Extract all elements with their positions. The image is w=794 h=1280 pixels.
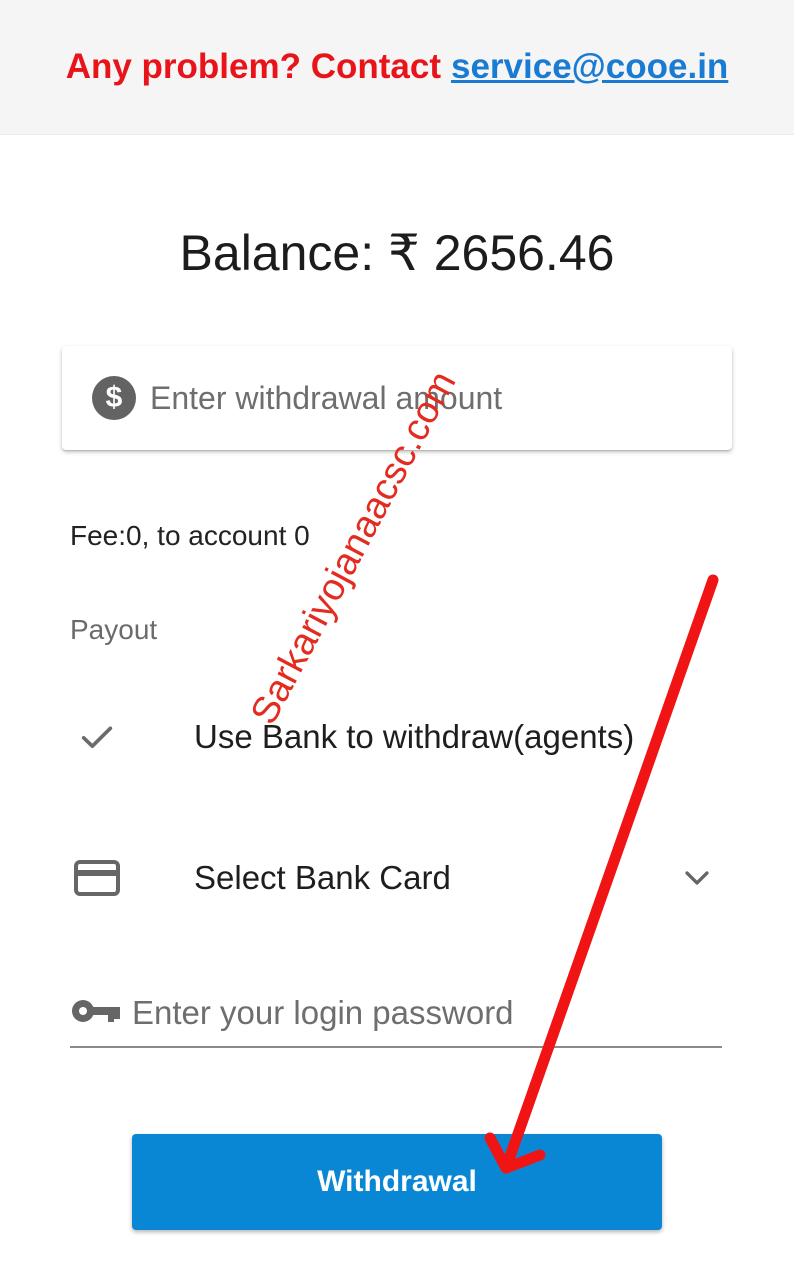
payout-method-bank[interactable]: Use Bank to withdraw(agents) <box>70 702 724 772</box>
withdrawal-amount-input[interactable] <box>150 379 710 417</box>
payout-label: Payout <box>70 614 158 645</box>
select-bank-card-dropdown[interactable]: Select Bank Card <box>70 843 724 913</box>
credit-card-icon <box>70 851 124 905</box>
withdrawal-amount-field[interactable]: $ <box>62 346 732 450</box>
login-password-field[interactable] <box>70 980 722 1048</box>
balance-display: Balance: ₹ 2656.46 <box>179 225 615 281</box>
chevron-down-icon[interactable] <box>680 861 714 900</box>
support-banner-text: Any problem? Contact <box>65 47 441 86</box>
support-email-link[interactable]: service@cooe.in <box>451 47 728 87</box>
payout-method-label: Use Bank to withdraw(agents) <box>194 718 635 755</box>
key-icon <box>70 996 122 1031</box>
fee-info: Fee:0, to account 0 <box>70 520 310 551</box>
select-bank-card-label: Select Bank Card <box>194 859 451 896</box>
check-icon <box>70 710 124 764</box>
withdrawal-button[interactable]: Withdrawal <box>132 1134 662 1230</box>
support-banner: Any problem? Contact service@cooe.in <box>0 0 794 135</box>
login-password-input[interactable] <box>132 994 712 1032</box>
dollar-circle-icon: $ <box>92 376 136 420</box>
